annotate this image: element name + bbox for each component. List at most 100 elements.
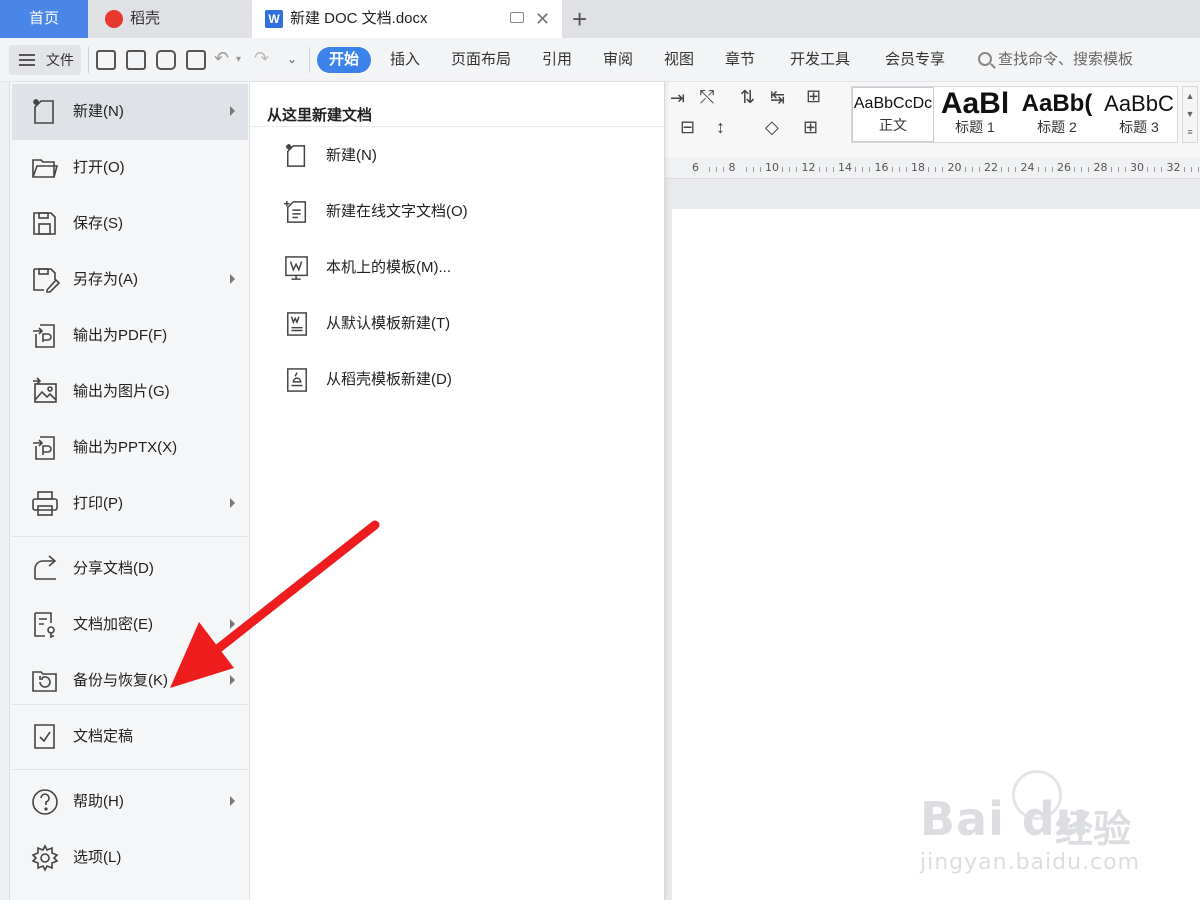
ruler-number: 26 [1057, 161, 1071, 174]
ribbon-tab-page-layout[interactable]: 页面布局 [451, 47, 511, 73]
command-search-placeholder: 查找命令、搜索模板 [998, 51, 1134, 68]
export-icon[interactable] [126, 50, 146, 70]
print-preview-icon[interactable] [186, 50, 206, 70]
export-pdf-icon [32, 322, 58, 350]
file-menu-divider [12, 704, 248, 705]
watermark-url: jingyan.baidu.com [920, 850, 1141, 875]
ruler-tick [1037, 167, 1039, 172]
ruler-number: 28 [1093, 161, 1108, 174]
style-sample: AaBbC [1104, 91, 1174, 116]
local-template-icon [285, 254, 309, 282]
line-spacing-icon[interactable]: ↕ [716, 117, 725, 138]
indent-icon[interactable]: ⇥ [670, 88, 685, 109]
style-heading-2[interactable]: AaBb( 标题 2 [1016, 87, 1098, 142]
file-menu-item[interactable]: 输出为PPTX(X) [12, 420, 248, 476]
hamburger-icon [19, 54, 35, 66]
undo-icon[interactable]: ↶ [214, 48, 229, 69]
print-icon[interactable] [156, 50, 176, 70]
tab-home[interactable]: 首页 [0, 0, 88, 38]
style-normal[interactable]: AaBbCcDc 正文 [852, 87, 934, 142]
new-tab-button[interactable]: + [572, 0, 587, 38]
style-sample: AaBb( [1021, 90, 1093, 117]
tab-document[interactable]: W 新建 DOC 文档.docx ✕ [252, 0, 562, 38]
horizontal-ruler[interactable]: 6810121416182022242628303234 [665, 157, 1200, 179]
file-menu-divider [12, 769, 248, 770]
shading-icon[interactable]: ◇ [765, 117, 779, 138]
file-menu-button[interactable]: 文件 [9, 45, 81, 75]
ruler-number: 16 [874, 161, 889, 174]
file-menu-item[interactable]: 文档定稿 [12, 709, 248, 765]
style-heading-1[interactable]: AaBl 标题 1 [934, 87, 1016, 142]
ruler-tick [1161, 167, 1162, 172]
tab-daoke[interactable]: 稻壳 [92, 0, 250, 38]
new-submenu-item[interactable]: 本机上的模板(M)... [250, 240, 665, 296]
command-search[interactable]: 查找命令、搜索模板 [978, 47, 1133, 73]
new-submenu-item[interactable]: 新建(N) [250, 128, 665, 184]
file-menu-item-label: 保存(S) [73, 215, 123, 232]
style-sample: AaBl [940, 87, 1010, 120]
ruler-tick [818, 167, 820, 172]
new-submenu-item[interactable]: 从默认模板新建(T) [250, 296, 665, 352]
ribbon-tab-insert[interactable]: 插入 [390, 47, 420, 73]
ruler-toggle-icon[interactable]: ⊞ [806, 86, 821, 107]
file-menu-item[interactable]: 打印(P) [12, 476, 248, 532]
toolbar-divider [309, 47, 310, 73]
file-menu-item-label: 备份与恢复(K) [73, 672, 168, 689]
export-image-icon [32, 377, 58, 406]
submenu-arrow-icon [230, 796, 235, 806]
ruler-tick [1197, 167, 1199, 172]
file-menu-item[interactable]: 打开(O) [12, 140, 248, 196]
ribbon-tab-developer[interactable]: 开发工具 [790, 47, 850, 73]
ruler-tick [709, 167, 710, 172]
file-menu-item[interactable]: 文档加密(E) [12, 597, 248, 653]
submenu-arrow-icon [230, 619, 235, 629]
ribbon-tab-start[interactable]: 开始 [317, 47, 371, 73]
search-icon [978, 52, 992, 66]
ruler-tick [1044, 167, 1046, 172]
new-submenu-item[interactable]: 新建在线文字文档(O) [250, 184, 665, 240]
file-menu-item[interactable]: 分享文档(D) [12, 541, 248, 597]
show-marks-icon[interactable]: ↹ [770, 87, 785, 108]
file-menu-item-label: 选项(L) [73, 849, 122, 866]
watermark-cn: 经验 [1055, 809, 1132, 851]
ribbon-tab-member[interactable]: 会员专享 [885, 47, 945, 73]
redo-icon[interactable]: ↷ [254, 48, 269, 69]
save-icon [32, 210, 58, 238]
file-menu-item[interactable]: 备份与恢复(K) [12, 653, 248, 709]
ribbon-tab-references[interactable]: 引用 [542, 47, 572, 73]
ruler-tick [855, 167, 856, 172]
file-menu-item[interactable]: 选项(L) [12, 830, 248, 886]
file-menu-item[interactable]: 保存(S) [12, 196, 248, 252]
undo-dropdown-icon[interactable]: ▾ [236, 54, 241, 65]
style-heading-3[interactable]: AaBbC 标题 3 [1098, 87, 1180, 142]
ruler-number: 22 [984, 161, 998, 174]
sort-icon[interactable]: ⇅ [740, 87, 755, 108]
ruler-number: 20 [947, 161, 962, 174]
ribbon-tab-review[interactable]: 审阅 [603, 47, 633, 73]
tab-daoke-label: 稻壳 [130, 10, 161, 27]
chinese-layout-icon[interactable]: ⤲ [700, 87, 714, 108]
save-icon[interactable] [96, 50, 116, 70]
file-menu-label: 文件 [46, 52, 74, 68]
ruler-tick [1154, 167, 1155, 172]
style-sample: AaBbCcDc [853, 95, 933, 112]
ribbon-tab-view[interactable]: 视图 [664, 47, 694, 73]
file-menu-item[interactable]: 输出为PDF(F) [12, 308, 248, 364]
close-tab-icon[interactable]: ✕ [535, 0, 550, 38]
style-gallery-scroll[interactable]: ▲ ▼ ≡ [1182, 86, 1198, 143]
daoke-template-icon [285, 366, 309, 394]
ribbon-tab-section[interactable]: 章节 [725, 47, 755, 73]
file-menu-item[interactable]: 帮助(H) [12, 774, 248, 830]
file-menu-item[interactable]: 新建(N) [12, 84, 248, 140]
pin-icon[interactable] [510, 12, 524, 23]
ruler-tick [905, 167, 907, 172]
distributed-align-icon[interactable]: ⊟ [680, 117, 695, 138]
submenu-arrow-icon [230, 106, 235, 116]
borders-icon[interactable]: ⊞ [803, 117, 818, 138]
ruler-tick [942, 167, 943, 172]
customize-toolbar-icon[interactable]: ⌄ [287, 52, 297, 66]
new-submenu-item[interactable]: 从稻壳模板新建(D) [250, 352, 665, 408]
ruler-tick [752, 167, 754, 172]
file-menu-item[interactable]: 输出为图片(G) [12, 364, 248, 420]
file-menu-item[interactable]: 另存为(A) [12, 252, 248, 308]
